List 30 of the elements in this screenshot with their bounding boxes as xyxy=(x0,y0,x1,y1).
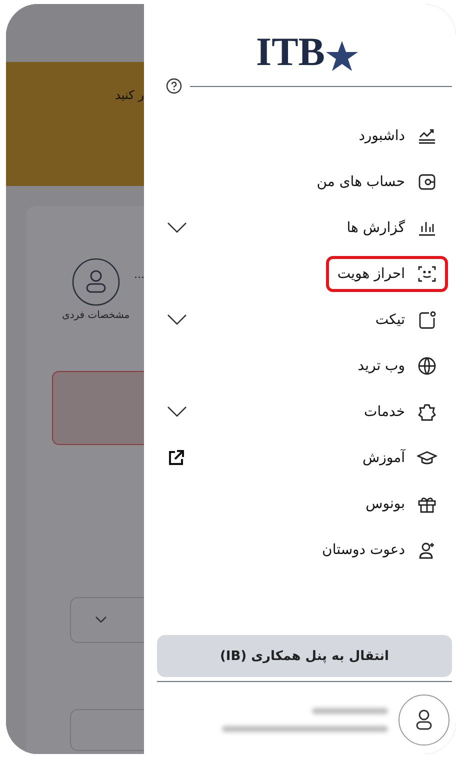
chevron-down-icon xyxy=(95,616,107,624)
step-more: ... xyxy=(134,268,144,281)
menu-item[interactable]: احراز هویت xyxy=(326,256,448,292)
banner-text: ر کنید xyxy=(115,88,144,104)
chevron-down-icon[interactable] xyxy=(167,222,187,234)
menu-item[interactable]: دعوت دوستان xyxy=(311,532,448,568)
help-icon[interactable] xyxy=(166,78,182,94)
menu-item[interactable]: وب ترید xyxy=(346,348,448,384)
chevron-down-icon[interactable] xyxy=(167,314,187,326)
menu-item[interactable]: گزارش ها xyxy=(336,210,448,246)
logo-text: ITB xyxy=(256,32,325,72)
menu-item[interactable]: داشبورد xyxy=(348,118,448,154)
step-label: مشخصات فردی xyxy=(62,310,130,321)
menu-item[interactable]: تیکت xyxy=(364,302,448,338)
chevron-down-icon[interactable] xyxy=(167,406,187,418)
user-plus-icon xyxy=(417,540,437,560)
menu-item[interactable]: بونوس xyxy=(354,486,448,522)
globe-icon xyxy=(417,356,437,376)
menu-item[interactable]: آموزش xyxy=(352,440,448,476)
user-icon xyxy=(72,258,120,306)
ticket-icon xyxy=(417,310,437,330)
avatar-icon[interactable] xyxy=(398,694,450,746)
menu-item[interactable]: خدمات xyxy=(353,394,448,430)
menu-item[interactable]: حساب های من xyxy=(306,164,448,200)
face-scan-icon xyxy=(417,264,437,284)
puzzle-icon xyxy=(417,402,437,422)
star-icon xyxy=(324,40,359,72)
wallet-icon xyxy=(417,172,437,192)
external-link-icon[interactable] xyxy=(167,449,185,467)
panel-button[interactable]: انتقال به پنل همکاری (IB) xyxy=(157,635,452,677)
